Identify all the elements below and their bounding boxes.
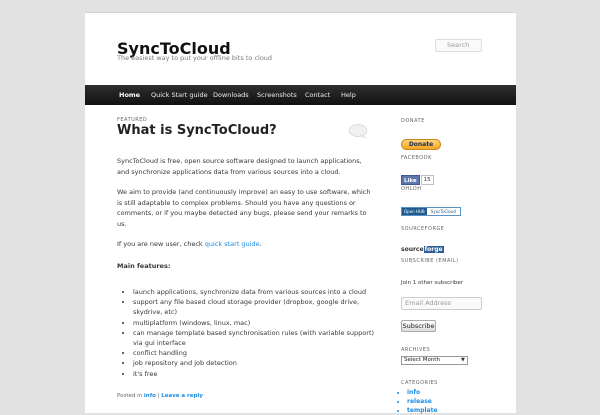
category-item-release[interactable]: release	[407, 397, 438, 406]
list-item: it's free	[133, 369, 378, 379]
nav-downloads[interactable]: Downloads	[213, 85, 249, 105]
subscribe-button[interactable]: Subscribe	[401, 320, 436, 332]
post-title[interactable]: What is SyncToCloud?	[117, 123, 277, 138]
comment-bubble-icon[interactable]	[348, 124, 368, 138]
sourceforge-logo-a: source	[401, 246, 424, 253]
archives-select-value: Select Month	[404, 357, 440, 363]
list-item: multiplatform (windows, linux, mac)	[133, 318, 378, 328]
list-item: can manage template based synchronisatio…	[133, 328, 378, 348]
nav-help[interactable]: Help	[341, 85, 356, 105]
list-item: job repository and job detection	[133, 358, 378, 368]
search-input[interactable]: Search	[435, 39, 482, 52]
page-container: SyncToCloud The easiest way to put your …	[85, 12, 516, 415]
category-link[interactable]: info	[144, 393, 156, 399]
quick-start-link[interactable]: quick start guide	[205, 240, 260, 248]
ohloh-badge-right: SyncToCloud	[430, 209, 456, 214]
features-list: launch applications, synchronize data fr…	[125, 287, 378, 379]
chevron-down-icon: ▼	[461, 357, 465, 363]
post-paragraph-3: If you are new user, check quick start g…	[117, 239, 372, 250]
facebook-like-widget: Like 15	[401, 175, 434, 185]
ohloh-badge[interactable]: Open HUB SyncToCloud	[401, 207, 461, 216]
category-item-info[interactable]: info	[407, 388, 438, 397]
facebook-like-button[interactable]: Like	[401, 175, 420, 185]
subscriber-count-text: Join 1 other subscriber	[401, 280, 464, 286]
sourceforge-logo-b: forge	[423, 246, 444, 253]
archives-select[interactable]: Select Month ▼	[401, 356, 468, 365]
category-item-template[interactable]: template	[407, 406, 438, 415]
ohloh-badge-left: Open HUB	[402, 208, 427, 215]
subscribe-title: SUBSCRIBE (EMAIL)	[401, 258, 459, 264]
meta-prefix: Posted in	[117, 393, 144, 399]
list-item: conflict handling	[133, 348, 378, 358]
donate-title: DONATE	[401, 118, 425, 124]
list-item: launch applications, synchronize data fr…	[133, 287, 378, 297]
p3-suffix: .	[259, 240, 262, 248]
p3-prefix: If you are new user, check	[117, 240, 205, 248]
leave-reply-link[interactable]: Leave a reply	[161, 393, 203, 399]
facebook-like-count: 15	[420, 175, 434, 185]
list-item: support any file based cloud storage pro…	[133, 297, 378, 317]
email-field[interactable]: Email Address	[401, 297, 482, 310]
categories-title: CATEGORIES	[401, 380, 438, 386]
site-tagline: The easiest way to put your offline bits…	[117, 54, 273, 62]
features-heading: Main features:	[117, 262, 171, 270]
nav-home[interactable]: Home	[119, 85, 140, 105]
nav-screenshots[interactable]: Screenshots	[257, 85, 297, 105]
facebook-title: FACEBOOK	[401, 155, 432, 161]
main-nav: Home Quick Start guide Downloads Screens…	[85, 85, 516, 105]
donate-button[interactable]: Donate	[401, 139, 441, 150]
post-meta: Posted in info | Leave a reply	[117, 393, 203, 399]
sourceforge-logo[interactable]: sourceforge	[401, 246, 444, 253]
ohloh-title: OHLOH	[401, 186, 422, 192]
post-paragraph-1: SyncToCloud is free, open source softwar…	[117, 157, 362, 176]
nav-contact[interactable]: Contact	[305, 85, 330, 105]
sourceforge-title: SOURCEFORGE	[401, 226, 445, 232]
archives-title: ARCHIVES	[401, 347, 431, 353]
post-paragraph-2: We aim to provide (and continuously impr…	[117, 188, 371, 228]
nav-quick-start[interactable]: Quick Start guide	[151, 85, 208, 105]
categories-list: info release template	[401, 388, 438, 415]
